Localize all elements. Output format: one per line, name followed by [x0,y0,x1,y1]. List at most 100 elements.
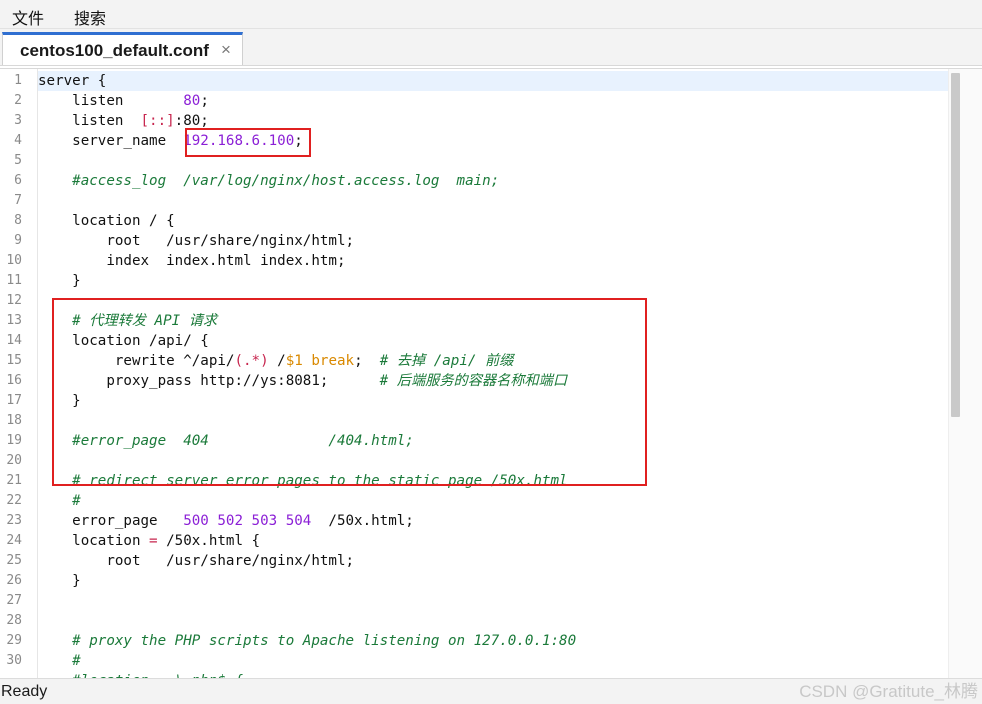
code-line: listen [::]:80; [38,111,209,131]
code-token: 80 [183,93,201,109]
line-number: 4 [14,133,22,148]
code-line: root /usr/share/nginx/html; [38,551,354,571]
code-token: # 去掉 /api/ 前缀 [379,353,514,369]
line-number-gutter: 1 2 3 4 5 6 7 8 9 10 11 12 13 14 15 16 17 18 19 20 21 22 23 24 2… [0,69,38,679]
line-number: 28 [6,613,22,628]
code-token: location [38,533,150,549]
current-line-highlight [38,71,948,91]
line-number: 13 [6,313,22,328]
code-line: listen 80; [38,91,209,111]
code-token: 192.168.6.100 [183,133,295,149]
menu-file[interactable]: 文件 [12,5,44,29]
code-text-area[interactable]: server { listen 80; listen [::]:80; serv… [38,69,948,679]
code-token: # 后端服务的容器名称和端口 [379,373,568,389]
code-token: error_page [38,513,184,529]
code-line: server_name 192.168.6.100; [38,131,303,151]
line-number: 12 [6,293,22,308]
code-token: #error_page 404 /404.html; [38,433,414,449]
code-editor[interactable]: 1 2 3 4 5 6 7 8 9 10 11 12 13 14 15 16 17 18 19 20 21 22 23 24 2… [0,68,982,679]
code-token: server_name [38,133,184,149]
code-token: #access_log /var/log/nginx/host.access.l… [38,173,500,189]
line-number: 27 [6,593,22,608]
tab-centos100-default-conf[interactable]: centos100_default.conf × [2,32,243,65]
code-token: # redirect server error pages to the sta… [38,473,568,489]
menu-search[interactable]: 搜索 [74,5,106,29]
line-number: 11 [6,273,22,288]
line-number: 2 [14,93,22,108]
line-number: 26 [6,573,22,588]
code-line: root /usr/share/nginx/html; [38,231,354,251]
code-token: } [38,273,81,289]
code-token: ; [354,353,380,369]
tab-bar: centos100_default.conf × [0,29,982,66]
code-token: server { [38,73,107,89]
code-token: # [38,493,81,509]
line-number: 21 [6,473,22,488]
status-text: Ready [1,683,48,700]
code-token: break [302,353,355,369]
line-number: 17 [6,393,22,408]
code-token: listen [38,93,184,109]
vertical-scrollbar[interactable] [948,69,982,679]
line-number: 10 [6,253,22,268]
code-token: proxy_pass http://ys:8081; [38,373,380,389]
code-line: server { [38,71,106,91]
line-number: 22 [6,493,22,508]
code-line: location /api/ { [38,331,209,351]
code-token: :80; [174,113,209,129]
line-number: 18 [6,413,22,428]
code-token: (.*) [234,353,269,369]
line-number: 6 [14,173,22,188]
code-token: /50x.html { [157,533,261,549]
code-token: ; [200,93,209,109]
line-number: 19 [6,433,22,448]
code-token: root /usr/share/nginx/html; [38,553,355,569]
code-line: location = /50x.html { [38,531,260,551]
code-token: / [268,353,286,369]
code-token: } [38,393,81,409]
code-token: 500 502 503 504 [183,513,312,529]
code-token: location / { [38,213,175,229]
code-token: listen [38,113,141,129]
line-number: 1 [14,73,22,88]
line-number: 9 [14,233,22,248]
code-token: root /usr/share/nginx/html; [38,233,355,249]
code-line: } [38,271,81,291]
watermark-text: CSDN @Gratitute_林腾 [799,682,978,701]
menu-bar: 文件 搜索 [0,0,982,29]
code-line: # [38,491,81,511]
line-number: 7 [14,193,22,208]
code-token: # [38,653,81,669]
code-token: $1 [285,353,303,369]
tab-title: centos100_default.conf [20,41,209,60]
line-number: 25 [6,553,22,568]
line-number: 29 [6,633,22,648]
line-number: 3 [14,113,22,128]
code-token: location /api/ { [38,333,209,349]
code-line: proxy_pass http://ys:8081; # 后端服务的容器名称和端… [38,371,567,391]
line-number: 14 [6,333,22,348]
line-number: 24 [6,533,22,548]
code-token: [::] [140,113,175,129]
code-line: } [38,571,81,591]
line-number: 8 [14,213,22,228]
line-number: 5 [14,153,22,168]
code-token: index index.html index.htm; [38,253,346,269]
line-number: 20 [6,453,22,468]
code-line: location / { [38,211,175,231]
scrollbar-thumb[interactable] [951,73,960,417]
code-line: # redirect server error pages to the sta… [38,471,568,491]
code-line: error_page 500 502 503 504 /50x.html; [38,511,414,531]
code-token: # proxy the PHP scripts to Apache listen… [38,633,577,649]
code-line: # 代理转发 API 请求 [38,311,217,331]
line-number: 30 [6,653,22,668]
code-line: #error_page 404 /404.html; [38,431,414,451]
code-token: = [149,533,158,549]
line-number: 15 [6,353,22,368]
code-line: #access_log /var/log/nginx/host.access.l… [38,171,499,191]
close-icon[interactable]: × [221,40,231,60]
code-token: /50x.html; [311,513,414,529]
code-token: # 代理转发 API 请求 [38,313,218,329]
code-token: } [38,573,81,589]
code-token: rewrite ^/api/ [38,353,235,369]
